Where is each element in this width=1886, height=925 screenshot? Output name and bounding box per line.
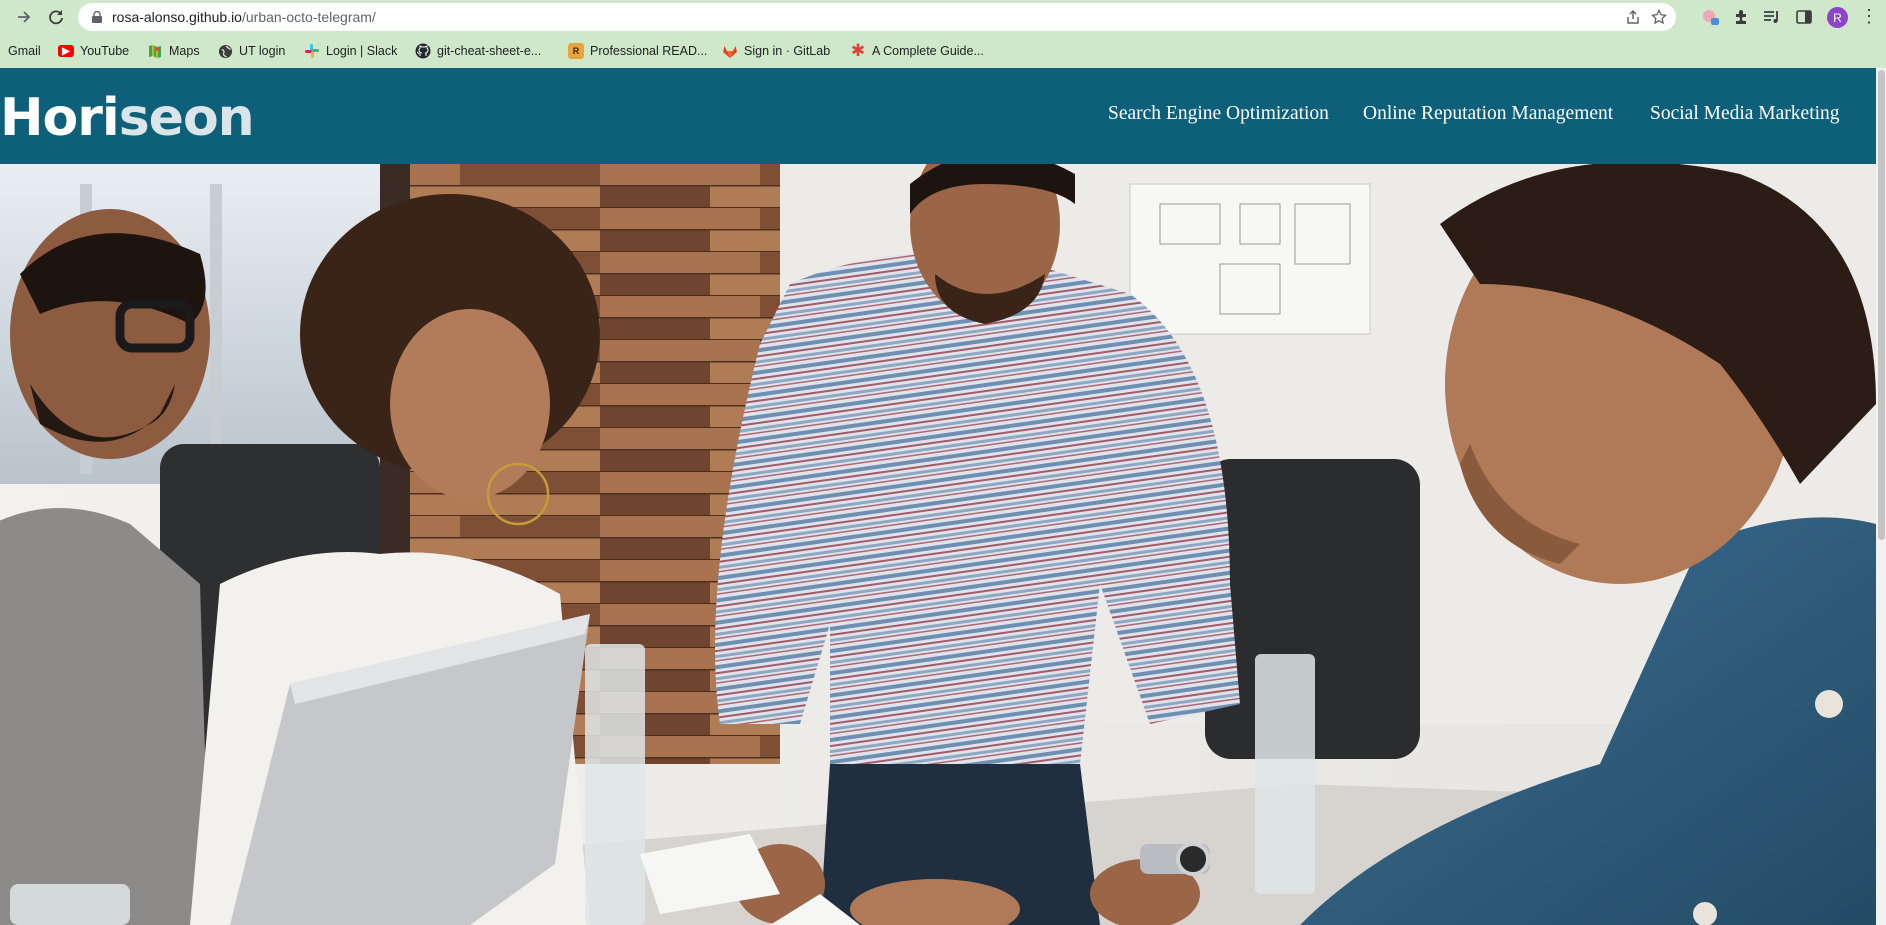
- nav-link-social-media-marketing[interactable]: Social Media Marketing: [1650, 103, 1840, 125]
- forward-button[interactable]: [12, 6, 36, 28]
- slack-icon: [304, 43, 320, 59]
- bookmark-youtube[interactable]: ▶ YouTube: [58, 41, 129, 61]
- bookmark-label: UT login: [239, 44, 286, 58]
- bookmark-git-cheat-sheet[interactable]: git-cheat-sheet-e...: [415, 41, 541, 61]
- github-icon: [415, 43, 431, 59]
- profile-avatar[interactable]: R: [1827, 7, 1848, 28]
- bookmark-label: git-cheat-sheet-e...: [437, 44, 542, 58]
- team-meeting-photo: [0, 164, 1876, 925]
- kebab-menu-icon[interactable]: ⋮: [1860, 7, 1878, 27]
- readme-icon: R: [568, 43, 584, 59]
- puzzle-icon[interactable]: [1731, 8, 1751, 26]
- nav-link-seo[interactable]: Search Engine Optimization: [1108, 103, 1329, 125]
- page-scrollbar-thumb[interactable]: [1878, 70, 1885, 540]
- bookmark-label: Sign in · GitLab: [744, 44, 831, 58]
- arrow-right-icon: [18, 11, 31, 23]
- reading-list-icon[interactable]: [1762, 8, 1782, 26]
- url-text: rosa-alonso.github.io/urban-octo-telegra…: [112, 9, 376, 25]
- url-host: rosa-alonso.github.io: [112, 9, 242, 25]
- browser-chrome: rosa-alonso.github.io/urban-octo-telegra…: [0, 0, 1886, 68]
- reload-icon: [49, 10, 63, 25]
- maps-icon: [147, 43, 163, 59]
- bookmark-maps[interactable]: Maps: [147, 41, 200, 61]
- bookmark-gmail[interactable]: Gmail: [8, 41, 41, 61]
- bookmark-slack[interactable]: Login | Slack: [304, 41, 397, 61]
- site-header: Horiseon Search Engine Optimization Onli…: [0, 68, 1876, 164]
- bookmark-gitlab[interactable]: Sign in · GitLab: [722, 41, 830, 61]
- site-logo[interactable]: Horiseon: [0, 88, 255, 148]
- youtube-icon: ▶: [58, 45, 74, 57]
- logo-main-text: Hori: [0, 88, 120, 148]
- address-bar[interactable]: rosa-alonso.github.io/urban-octo-telegra…: [78, 3, 1676, 31]
- side-panel-icon[interactable]: [1794, 8, 1814, 26]
- extension-icon[interactable]: [1700, 8, 1720, 26]
- lock-icon: [92, 11, 102, 23]
- hero-image: [0, 164, 1876, 925]
- bookmark-star-icon[interactable]: [1651, 9, 1667, 25]
- browser-toolbar: rosa-alonso.github.io/urban-octo-telegra…: [0, 0, 1886, 34]
- bookmark-label: Login | Slack: [326, 44, 398, 58]
- bookmark-ut-login[interactable]: UT login: [217, 41, 285, 61]
- bookmark-label: Gmail: [8, 44, 41, 58]
- url-path: /urban-octo-telegram/: [241, 9, 376, 25]
- share-icon[interactable]: [1625, 9, 1641, 25]
- logo-accent-text: seon: [118, 88, 255, 148]
- globe-icon: [217, 43, 233, 59]
- bookmark-label: Professional READ...: [590, 44, 708, 58]
- bookmark-label: Maps: [169, 44, 200, 58]
- bookmark-label: A Complete Guide...: [872, 44, 984, 58]
- bookmark-professional-readme[interactable]: R Professional READ...: [568, 41, 707, 61]
- bookmark-complete-guide[interactable]: ✱ A Complete Guide...: [850, 41, 984, 61]
- reload-button[interactable]: [44, 6, 68, 28]
- gitlab-icon: [722, 43, 738, 59]
- bookmark-label: YouTube: [80, 44, 130, 58]
- bookmarks-bar: Gmail ▶ YouTube Maps UT login Login | Sl…: [0, 38, 1886, 64]
- asterisk-icon: ✱: [850, 41, 866, 60]
- nav-link-reputation-management[interactable]: Online Reputation Management: [1363, 103, 1613, 125]
